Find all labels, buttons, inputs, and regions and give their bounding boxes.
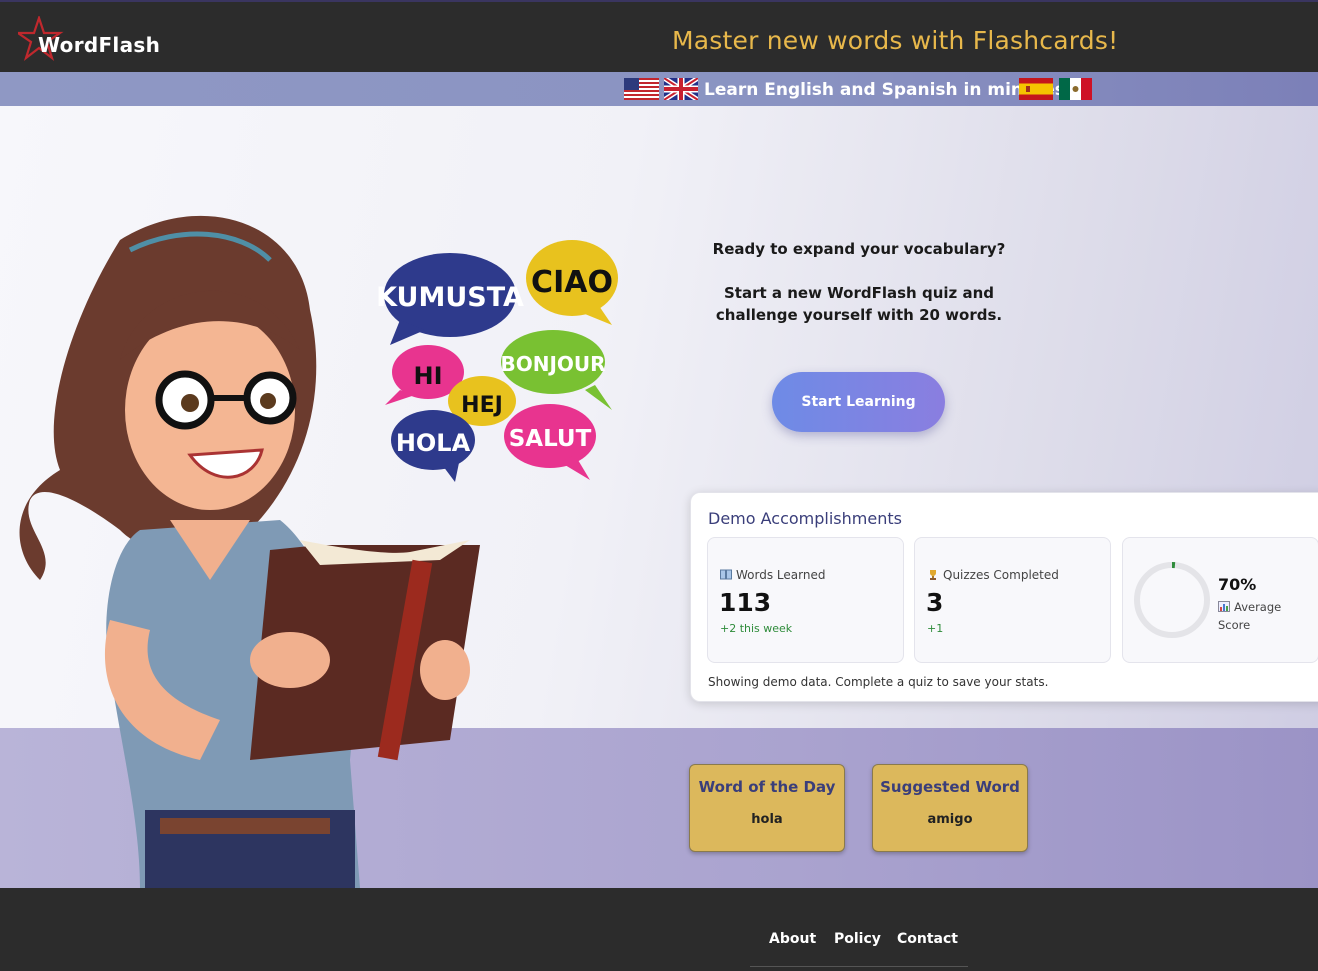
bubble-bonjour: BONJOUR — [500, 352, 605, 376]
words-learned-card: Words Learned 113 +2 this week — [707, 537, 904, 663]
footer-link-contact[interactable]: Contact — [897, 931, 958, 947]
banner-text: Learn English and Spanish in minutes! — [704, 80, 1073, 100]
teacher-illustration: KUMUSTA CIAO HI BONJOUR HEJ HOLA SALUT — [19, 215, 618, 888]
book-icon — [720, 569, 732, 580]
word-of-the-day-card[interactable]: Word of the Day hola — [689, 764, 845, 852]
bubble-hi: HI — [413, 362, 442, 390]
uk-flag-icon — [664, 78, 698, 100]
bubble-ciao: CIAO — [531, 265, 613, 300]
words-learned-delta: +2 this week — [720, 622, 793, 635]
language-banner — [0, 72, 1318, 106]
bubble-salut: SALUT — [509, 426, 592, 452]
quizzes-completed-label: Quizzes Completed — [943, 568, 1059, 582]
word-of-the-day-title: Word of the Day — [698, 778, 836, 796]
top-header: WordFlash Master new words with Flashcar… — [0, 0, 1318, 72]
quizzes-completed-card: Quizzes Completed 3 +1 — [914, 537, 1111, 663]
words-learned-value: 113 — [719, 588, 772, 617]
page-footer: About Policy Contact — [0, 888, 1318, 971]
demo-data-note: Showing demo data. Complete a quiz to sa… — [708, 675, 1049, 689]
logo-text: WordFlash — [38, 33, 161, 57]
bubble-hola: HOLA — [396, 429, 471, 457]
intro-line-2: Start a new WordFlash quiz and — [724, 284, 994, 302]
intro-line-1: Ready to expand your vocabulary? — [712, 240, 1006, 258]
trophy-icon — [930, 570, 936, 580]
footer-divider — [750, 966, 968, 967]
wordflash-logo[interactable]: WordFlash — [18, 16, 178, 62]
words-learned-label: Words Learned — [736, 568, 826, 582]
bar-chart-icon — [1218, 601, 1230, 612]
accomplishments-panel: Demo Accomplishments Words Learned 113 +… — [690, 492, 1318, 702]
spain-flag-icon — [1019, 78, 1053, 100]
intro-line-3: challenge yourself with 20 words. — [715, 306, 1003, 324]
quizzes-completed-value: 3 — [926, 588, 944, 617]
footer-link-policy[interactable]: Policy — [834, 931, 881, 947]
bubble-hej: HEJ — [461, 393, 503, 418]
suggested-word-title: Suggested Word — [880, 778, 1020, 796]
accomplishments-title: Demo Accomplishments — [708, 509, 902, 528]
average-score-value: 70% — [1218, 575, 1257, 594]
hero-intro: Ready to expand your vocabulary? Start a… — [700, 238, 1018, 326]
us-flag-icon — [624, 78, 659, 100]
suggested-word-word: amigo — [927, 812, 973, 827]
footer-link-about[interactable]: About — [769, 931, 816, 947]
word-of-the-day-word: hola — [751, 812, 783, 827]
header-tagline: Master new words with Flashcards! — [672, 26, 1119, 55]
quizzes-completed-delta: +1 — [927, 622, 944, 635]
mexico-flag-icon — [1059, 78, 1092, 100]
score-progress-ring — [1134, 562, 1210, 638]
suggested-word-card[interactable]: Suggested Word amigo — [872, 764, 1028, 852]
start-learning-button[interactable]: Start Learning — [772, 372, 945, 432]
average-score-card: 70% Average Score — [1122, 537, 1318, 663]
bubble-kumusta: KUMUSTA — [376, 282, 524, 313]
speech-bubbles: KUMUSTA CIAO HI BONJOUR HEJ HOLA SALUT — [376, 240, 618, 482]
